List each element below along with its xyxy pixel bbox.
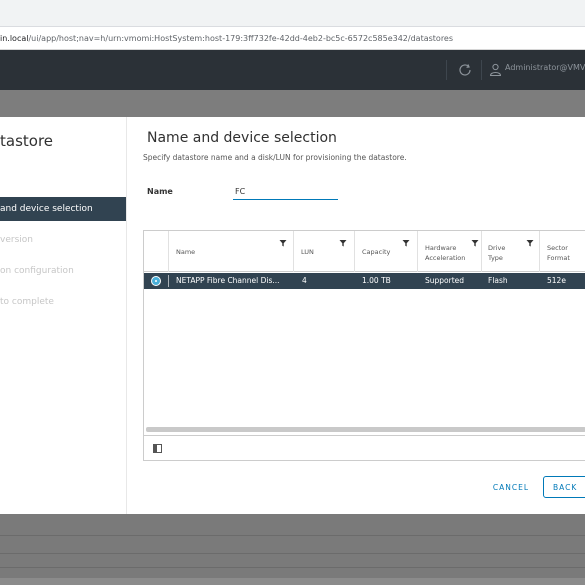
url-host: in.local (0, 34, 29, 43)
wizard-step-version[interactable]: version (0, 228, 126, 252)
backdrop-strip (0, 578, 585, 585)
modal-backdrop (0, 90, 585, 117)
column-label: Capacity (362, 248, 391, 256)
wizard-title: tastore (0, 132, 54, 150)
table-row[interactable]: NETAPP Fibre Channel Dis... 4 1.00 TB Su… (144, 273, 585, 289)
backdrop-divider (0, 535, 585, 536)
column-header-sector-format[interactable]: Sector Format (540, 231, 585, 272)
datagrid-header: Name LUN Capacity Hardware Acceleration … (144, 231, 585, 272)
filter-icon[interactable] (471, 239, 479, 247)
column-header-hardware-acceleration[interactable]: Hardware Acceleration (418, 231, 482, 272)
column-label: Drive Type (488, 244, 506, 262)
app-header: Administrator@VMV (0, 50, 585, 90)
column-label: Name (176, 248, 196, 256)
backdrop-divider (0, 567, 585, 568)
lun-datagrid: Name LUN Capacity Hardware Acceleration … (143, 230, 585, 461)
wizard-steps-nav: tastore and device selection version on … (0, 117, 127, 514)
datagrid-footer (144, 435, 585, 461)
wizard-step-name-device[interactable]: and device selection (0, 197, 126, 221)
wizard-content: Name and device selection Specify datast… (127, 117, 585, 514)
column-label: LUN (301, 248, 314, 256)
column-header-drive-type[interactable]: Drive Type (482, 231, 540, 272)
wizard-step-ready[interactable]: to complete (0, 290, 126, 314)
column-header-lun[interactable]: LUN (294, 231, 355, 272)
refresh-icon[interactable] (457, 62, 473, 78)
cell-sector-format: 512e (547, 276, 566, 285)
column-header-name[interactable]: Name (169, 231, 294, 272)
datastore-name-input[interactable] (233, 183, 338, 200)
filter-icon[interactable] (279, 239, 287, 247)
page-title: Name and device selection (147, 130, 337, 146)
filter-icon[interactable] (402, 239, 410, 247)
page-subtitle: Specify datastore name and a disk/LUN fo… (143, 153, 407, 162)
new-datastore-wizard: tastore and device selection version on … (0, 117, 585, 514)
cancel-button[interactable]: CANCEL (489, 476, 533, 498)
header-divider (446, 60, 447, 80)
url-path: /ui/app/host;nav=h/urn:vmomi:HostSystem:… (28, 34, 454, 43)
horizontal-scrollbar[interactable] (146, 427, 585, 432)
column-header-capacity[interactable]: Capacity (355, 231, 418, 272)
row-divider (168, 275, 169, 287)
select-column-header (144, 231, 169, 272)
cell-capacity: 1.00 TB (362, 276, 391, 285)
modal-backdrop (0, 514, 585, 585)
filter-icon[interactable] (526, 239, 534, 247)
row-select-radio[interactable] (151, 276, 161, 286)
cell-hardware-acceleration: Supported (425, 276, 465, 285)
wizard-step-configuration[interactable]: on configuration (0, 259, 126, 283)
filter-icon[interactable] (339, 239, 347, 247)
name-label: Name (147, 187, 173, 196)
user-icon (489, 63, 502, 76)
cell-drive-type: Flash (488, 276, 508, 285)
cell-name: NETAPP Fibre Channel Dis... (176, 276, 280, 285)
header-divider (481, 60, 482, 80)
cell-lun: 4 (302, 276, 307, 285)
column-label: Sector Format (547, 244, 570, 262)
user-menu[interactable]: Administrator@VMV (505, 63, 585, 72)
browser-tab-strip (0, 0, 585, 27)
backdrop-divider (0, 553, 585, 554)
column-toggle-icon[interactable] (153, 444, 162, 453)
wizard-step-label: and device selection (0, 204, 93, 214)
address-bar[interactable]: in.local/ui/app/host;nav=h/urn:vmomi:Hos… (0, 28, 585, 50)
back-button[interactable]: BACK (543, 476, 585, 498)
column-label: Hardware Acceleration (425, 244, 466, 262)
